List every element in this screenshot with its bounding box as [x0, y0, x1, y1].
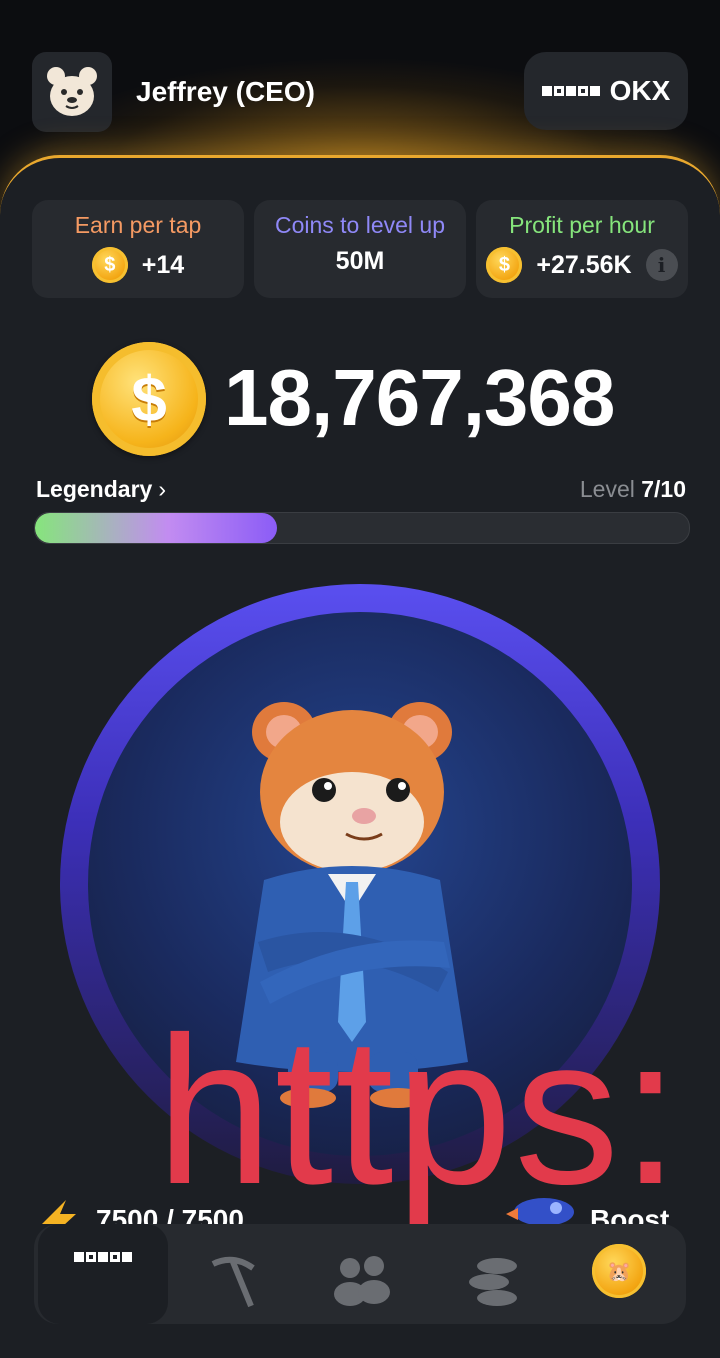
nav-friends[interactable]	[298, 1224, 428, 1324]
watermark-text: https:	[156, 993, 682, 1228]
stat-profit-per-hour: Profit per hour $ +27.56K i	[476, 200, 688, 298]
stat-earn-per-tap: Earn per tap $ +14	[32, 200, 244, 298]
level-progress-fill	[35, 513, 277, 543]
level-indicator: Level 7/10	[580, 476, 686, 503]
level-progress-bar	[34, 512, 690, 544]
level-row: Legendary › Level 7/10	[36, 474, 686, 504]
header: Jeffrey (CEO) OKX	[0, 52, 720, 132]
okx-exchange-button[interactable]: OKX	[524, 52, 688, 130]
coins-stack-icon	[469, 1258, 517, 1306]
nav-exchange[interactable]	[38, 1224, 168, 1324]
balance-value: 18,767,368	[224, 353, 615, 442]
nav-airdrop[interactable]: 🐹	[554, 1224, 684, 1324]
info-icon[interactable]: i	[645, 249, 678, 281]
username: Jeffrey (CEO)	[136, 76, 315, 107]
stat-label: Profit per hour	[509, 212, 655, 238]
friends-icon	[334, 1256, 390, 1306]
hamster-avatar-icon	[47, 67, 97, 116]
stat-value: +27.56K	[536, 250, 632, 279]
stat-value: 50M	[335, 247, 385, 275]
chevron-right-icon: ›	[158, 476, 166, 502]
stat-label: Coins to level up	[274, 212, 446, 238]
balance: $ 18,767,368	[0, 340, 720, 460]
okx-label: OKX	[609, 75, 671, 106]
avatar[interactable]	[32, 52, 112, 132]
nav-earn[interactable]	[428, 1224, 558, 1324]
nav-mine[interactable]	[168, 1224, 298, 1324]
level-value: 7/10	[641, 476, 686, 502]
coin-icon: $	[92, 342, 206, 456]
pickaxe-icon	[211, 1256, 255, 1308]
rank-label: Legendary	[36, 476, 153, 502]
rank-link[interactable]: Legendary ›	[36, 476, 166, 503]
level-prefix: Level	[579, 476, 635, 502]
coin-icon: $	[91, 247, 128, 283]
stat-label: Earn per tap	[74, 212, 202, 238]
coin-icon: $	[486, 247, 523, 283]
okx-logo-icon	[74, 1252, 132, 1324]
stat-coins-to-level-up: Coins to level up 50M	[254, 200, 466, 298]
okx-logo-icon	[541, 86, 600, 96]
hamster-coin-icon: 🐹	[592, 1244, 646, 1298]
bottom-nav: 🐹	[34, 1224, 686, 1324]
stat-value: +14	[141, 250, 185, 279]
